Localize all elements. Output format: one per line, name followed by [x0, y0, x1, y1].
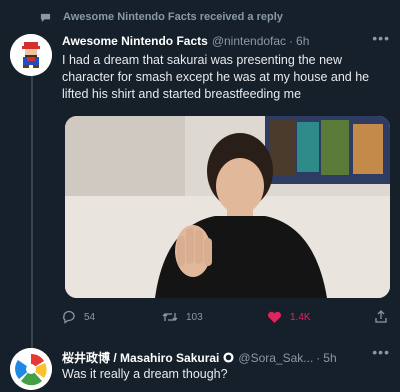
- like-action[interactable]: 1.4K: [267, 310, 311, 324]
- more-icon[interactable]: •••: [372, 344, 390, 360]
- reply-action[interactable]: 54: [62, 310, 95, 324]
- tweet-actions: 54 103 1.4K: [62, 310, 392, 330]
- video-still-image: [65, 116, 390, 298]
- thread-line: [31, 73, 33, 348]
- reply-time[interactable]: 5h: [323, 351, 336, 365]
- retweet-count: 103: [186, 311, 203, 323]
- avatar-masahiro-sakurai[interactable]: [10, 348, 52, 390]
- tweet-header: Awesome Nintendo Facts @nintendofac · 6h: [62, 34, 390, 48]
- separator-dot: ·: [316, 350, 321, 365]
- like-count: 1.4K: [290, 311, 311, 323]
- notice-text: Awesome Nintendo Facts received a reply: [63, 11, 283, 23]
- comment-bubble-icon: [40, 13, 51, 22]
- reply-text: Was it really a dream though?: [62, 367, 228, 381]
- author-name[interactable]: Awesome Nintendo Facts: [62, 34, 208, 48]
- avatar-awesome-nintendo-facts[interactable]: [10, 34, 52, 76]
- heart-icon: [268, 311, 281, 323]
- verified-badge-icon: [223, 352, 234, 363]
- reply-author-name[interactable]: 桜井政博 / Masahiro Sakurai: [62, 349, 219, 366]
- reply-count: 54: [84, 311, 96, 323]
- share-icon: [375, 310, 387, 323]
- tweet-time[interactable]: 6h: [296, 34, 309, 48]
- share-action[interactable]: [374, 310, 388, 324]
- retweet-icon: [162, 313, 178, 321]
- retweet-action[interactable]: 103: [162, 310, 203, 324]
- reply-author-handle[interactable]: @Sora_Sak...: [238, 351, 313, 365]
- tweet-text: I had a dream that sakurai was presentin…: [62, 53, 370, 101]
- smash-logo-avatar-icon: [10, 348, 52, 390]
- reply-icon: [63, 310, 75, 324]
- reply-notice: Awesome Nintendo Facts received a reply: [40, 6, 283, 28]
- tweet-media[interactable]: [65, 116, 390, 298]
- more-icon[interactable]: •••: [372, 30, 390, 46]
- separator-dot: ·: [289, 34, 294, 48]
- mario-avatar-icon: [10, 34, 52, 76]
- reply-header: 桜井政博 / Masahiro Sakurai @Sora_Sak... · 5…: [62, 349, 390, 366]
- author-handle[interactable]: @nintendofac: [212, 34, 286, 48]
